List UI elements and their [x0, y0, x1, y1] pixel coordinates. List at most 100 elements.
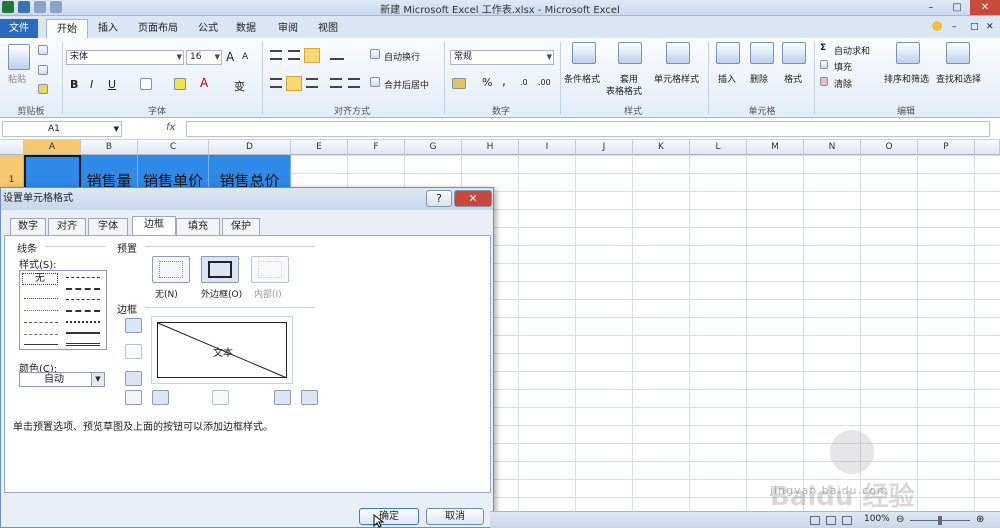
column-header-partial[interactable] — [975, 140, 1000, 155]
sigma-icon[interactable]: Σ — [820, 43, 826, 53]
column-header[interactable]: K — [633, 140, 690, 155]
border-preview[interactable]: 文本 — [151, 316, 293, 384]
preset-inside-button[interactable] — [251, 256, 289, 283]
align-middle-icon[interactable] — [288, 50, 300, 60]
cancel-button[interactable]: 取消 — [426, 508, 484, 525]
italic-button[interactable]: I — [90, 78, 93, 91]
ok-button[interactable]: 确定 — [359, 508, 419, 525]
underline-button[interactable]: U — [108, 78, 116, 91]
column-header[interactable]: C — [138, 140, 209, 155]
tab-data[interactable]: 数据 — [226, 19, 266, 38]
column-header[interactable]: O — [861, 140, 918, 155]
borders-icon[interactable] — [140, 78, 152, 90]
column-header[interactable]: P — [918, 140, 975, 155]
column-header[interactable]: M — [747, 140, 804, 155]
align-bottom-icon[interactable] — [304, 48, 320, 63]
tab-page-layout[interactable]: 页面布局 — [128, 19, 188, 38]
fill-icon[interactable] — [820, 60, 828, 69]
copy-icon[interactable] — [38, 65, 48, 75]
wrap-text-button[interactable]: 自动换行 — [384, 50, 420, 63]
paste-icon[interactable] — [8, 44, 30, 70]
sort-filter-icon[interactable] — [896, 42, 920, 64]
column-header[interactable]: I — [519, 140, 576, 155]
close-button[interactable]: ✕ — [970, 0, 1000, 15]
tab-view[interactable]: 视图 — [308, 19, 348, 38]
percent-button[interactable]: % — [482, 76, 492, 89]
fill-color-icon[interactable] — [174, 78, 186, 90]
workbook-close-icon[interactable]: ✕ — [986, 22, 994, 32]
line-style[interactable] — [66, 288, 100, 290]
line-style[interactable] — [66, 343, 100, 346]
align-top-icon[interactable] — [270, 50, 282, 60]
cell-d1[interactable]: 销售总价 — [209, 155, 291, 191]
font-color-icon[interactable]: A — [200, 76, 208, 90]
line-style[interactable] — [66, 299, 100, 300]
column-header[interactable]: L — [690, 140, 747, 155]
column-header[interactable]: D — [209, 140, 291, 155]
font-shrink-button[interactable]: A — [242, 52, 248, 62]
find-select-icon[interactable] — [946, 42, 970, 64]
border-diag-down-button[interactable] — [301, 390, 318, 405]
delete-cells-icon[interactable] — [750, 42, 774, 64]
decrease-decimal-button[interactable]: .00 — [538, 78, 551, 87]
tab-formulas[interactable]: 公式 — [188, 19, 228, 38]
insert-function-button[interactable]: fx — [166, 122, 184, 133]
cut-icon[interactable] — [38, 45, 48, 55]
column-header[interactable]: F — [348, 140, 405, 155]
find-select-button[interactable]: 查找和选择 — [936, 72, 981, 85]
zoom-out-icon[interactable]: ⊖ — [896, 514, 904, 525]
dialog-help-button[interactable]: ? — [426, 190, 452, 207]
conditional-format-icon[interactable] — [572, 42, 596, 64]
border-left-button[interactable] — [152, 390, 169, 405]
increase-decimal-button[interactable]: .0 — [520, 78, 528, 87]
fill-button[interactable]: 填充 — [834, 60, 852, 73]
phonetic-button[interactable]: 变 — [234, 78, 245, 94]
tab-insert[interactable]: 插入 — [88, 19, 128, 38]
tab-border[interactable]: 边框 — [132, 216, 176, 235]
tab-protection[interactable]: 保护 — [222, 218, 260, 235]
tab-alignment[interactable]: 对齐 — [48, 218, 86, 235]
help-icon[interactable] — [932, 21, 942, 31]
border-diag-up-button[interactable] — [125, 390, 142, 405]
formula-input[interactable] — [186, 121, 990, 137]
color-select[interactable]: 自动 ▼ — [19, 372, 105, 387]
line-style[interactable] — [66, 321, 100, 323]
format-painter-icon[interactable] — [38, 84, 48, 94]
font-size-combo[interactable]: 16 ▼ — [186, 50, 222, 65]
cell-styles-icon[interactable] — [666, 42, 690, 64]
column-header[interactable]: B — [81, 140, 138, 155]
insert-cells-icon[interactable] — [716, 42, 740, 64]
zoom-in-icon[interactable]: ⊕ — [976, 514, 984, 525]
page-layout-icon[interactable] — [826, 516, 836, 525]
line-style[interactable] — [66, 277, 100, 278]
border-bottom-button[interactable] — [125, 371, 142, 386]
font-grow-button[interactable]: A — [226, 50, 234, 64]
line-style-list[interactable]: 无 — [19, 270, 107, 350]
border-inner-h-button[interactable] — [125, 344, 142, 359]
zoom-level[interactable]: 100% — [864, 514, 890, 524]
line-style[interactable] — [66, 332, 100, 334]
line-style[interactable] — [24, 344, 58, 345]
normal-view-icon[interactable] — [810, 516, 820, 525]
format-table-icon[interactable] — [618, 42, 642, 64]
column-header[interactable]: J — [576, 140, 633, 155]
maximize-button[interactable]: □ — [944, 0, 970, 15]
column-header[interactable]: N — [804, 140, 861, 155]
tab-review[interactable]: 审阅 — [268, 19, 308, 38]
cell-c1[interactable]: 销售单价 — [138, 155, 209, 191]
page-break-icon[interactable] — [842, 516, 852, 525]
tab-home[interactable]: 开始 — [46, 19, 88, 38]
minimize-button[interactable]: – — [918, 0, 944, 15]
name-box[interactable]: A1 ▼ — [2, 121, 122, 137]
wrap-text-icon[interactable] — [370, 49, 380, 59]
number-format-combo[interactable]: 常规 ▼ — [450, 50, 554, 65]
format-table-line2[interactable]: 表格格式 — [606, 84, 642, 97]
border-top-button[interactable] — [125, 318, 142, 333]
line-style[interactable] — [24, 310, 58, 311]
currency-icon[interactable] — [452, 78, 466, 89]
merge-center-button[interactable]: 合并后居中 — [384, 78, 429, 91]
sort-filter-button[interactable]: 排序和筛选 — [884, 72, 929, 85]
conditional-format-button[interactable]: 条件格式 — [564, 72, 600, 85]
paste-label[interactable]: 粘贴 — [8, 72, 26, 85]
cell-styles-button[interactable]: 单元格样式 — [654, 72, 699, 85]
